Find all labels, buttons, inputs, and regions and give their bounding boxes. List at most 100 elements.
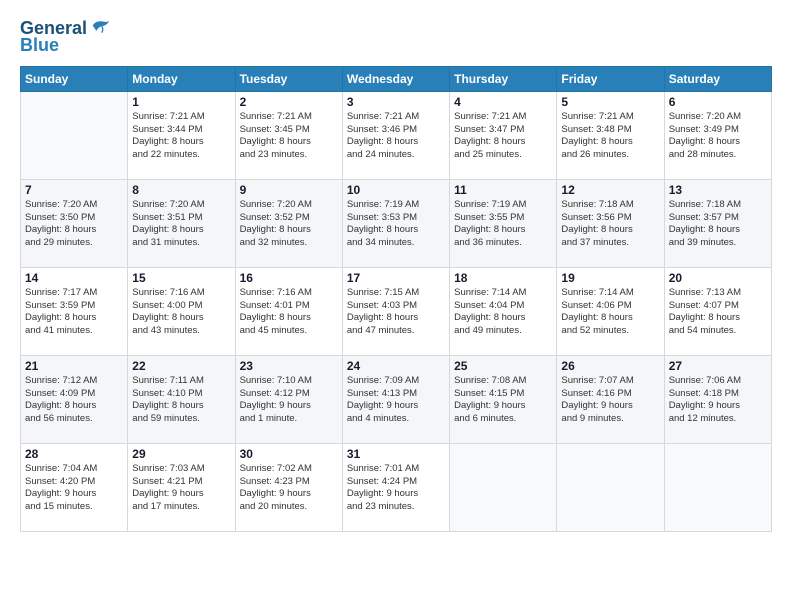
day-number: 13 xyxy=(669,183,767,197)
calendar-cell xyxy=(21,91,128,179)
day-info: Sunrise: 7:19 AMSunset: 3:55 PMDaylight:… xyxy=(454,199,552,250)
day-number: 12 xyxy=(561,183,659,197)
day-number: 10 xyxy=(347,183,445,197)
calendar-cell: 12 Sunrise: 7:18 AMSunset: 3:56 PMDayligh… xyxy=(557,179,664,267)
day-info: Sunrise: 7:19 AMSunset: 3:53 PMDaylight:… xyxy=(347,199,445,250)
weekday-header-tuesday: Tuesday xyxy=(235,66,342,91)
day-info: Sunrise: 7:14 AMSunset: 4:06 PMDaylight:… xyxy=(561,287,659,338)
calendar-cell: 4 Sunrise: 7:21 AMSunset: 3:47 PMDaylight… xyxy=(450,91,557,179)
calendar-cell: 20 Sunrise: 7:13 AMSunset: 4:07 PMDayligh… xyxy=(664,267,771,355)
calendar-cell: 16 Sunrise: 7:16 AMSunset: 4:01 PMDayligh… xyxy=(235,267,342,355)
day-number: 11 xyxy=(454,183,552,197)
day-info: Sunrise: 7:21 AMSunset: 3:44 PMDaylight:… xyxy=(132,111,230,162)
calendar-cell xyxy=(450,443,557,531)
calendar-cell: 24Sunrise: 7:09 AMSunset: 4:13 PMDayligh… xyxy=(342,355,449,443)
weekday-header-friday: Friday xyxy=(557,66,664,91)
calendar-cell: 22 Sunrise: 7:11 AMSunset: 4:10 PMDayligh… xyxy=(128,355,235,443)
day-info: Sunrise: 7:16 AMSunset: 4:01 PMDaylight:… xyxy=(240,287,338,338)
calendar-cell xyxy=(664,443,771,531)
day-number: 15 xyxy=(132,271,230,285)
day-info: Sunrise: 7:20 AMSunset: 3:50 PMDaylight:… xyxy=(25,199,123,250)
day-number: 20 xyxy=(669,271,767,285)
calendar: SundayMondayTuesdayWednesdayThursdayFrid… xyxy=(20,66,772,532)
calendar-cell: 19Sunrise: 7:14 AMSunset: 4:06 PMDayligh… xyxy=(557,267,664,355)
day-number: 4 xyxy=(454,95,552,109)
calendar-cell: 29 Sunrise: 7:03 AMSunset: 4:21 PMDayligh… xyxy=(128,443,235,531)
weekday-header-thursday: Thursday xyxy=(450,66,557,91)
day-number: 18 xyxy=(454,271,552,285)
day-info: Sunrise: 7:16 AMSunset: 4:00 PMDaylight:… xyxy=(132,287,230,338)
day-number: 27 xyxy=(669,359,767,373)
day-info: Sunrise: 7:03 AMSunset: 4:21 PMDaylight:… xyxy=(132,463,230,514)
day-number: 6 xyxy=(669,95,767,109)
calendar-cell: 2 Sunrise: 7:21 AMSunset: 3:45 PMDaylight… xyxy=(235,91,342,179)
day-number: 25 xyxy=(454,359,552,373)
calendar-cell: 27 Sunrise: 7:06 AMSunset: 4:18 PMDayligh… xyxy=(664,355,771,443)
day-number: 21 xyxy=(25,359,123,373)
header: General Blue xyxy=(20,18,772,56)
day-number: 17 xyxy=(347,271,445,285)
calendar-cell: 10 Sunrise: 7:19 AMSunset: 3:53 PMDayligh… xyxy=(342,179,449,267)
logo: General Blue xyxy=(20,18,111,56)
calendar-cell: 8 Sunrise: 7:20 AMSunset: 3:51 PMDaylight… xyxy=(128,179,235,267)
calendar-cell: 31 Sunrise: 7:01 AMSunset: 4:24 PMDayligh… xyxy=(342,443,449,531)
weekday-header-saturday: Saturday xyxy=(664,66,771,91)
day-info: Sunrise: 7:17 AMSunset: 3:59 PMDaylight:… xyxy=(25,287,123,338)
day-info: Sunrise: 7:18 AMSunset: 3:57 PMDaylight:… xyxy=(669,199,767,250)
day-info: Sunrise: 7:21 AMSunset: 3:47 PMDaylight:… xyxy=(454,111,552,162)
day-number: 9 xyxy=(240,183,338,197)
day-number: 8 xyxy=(132,183,230,197)
day-info: Sunrise: 7:01 AMSunset: 4:24 PMDaylight:… xyxy=(347,463,445,514)
day-number: 7 xyxy=(25,183,123,197)
day-number: 1 xyxy=(132,95,230,109)
day-info: Sunrise: 7:21 AMSunset: 3:46 PMDaylight:… xyxy=(347,111,445,162)
weekday-header-sunday: Sunday xyxy=(21,66,128,91)
day-number: 31 xyxy=(347,447,445,461)
day-number: 30 xyxy=(240,447,338,461)
calendar-cell: 7 Sunrise: 7:20 AMSunset: 3:50 PMDaylight… xyxy=(21,179,128,267)
day-number: 24 xyxy=(347,359,445,373)
day-info: Sunrise: 7:10 AMSunset: 4:12 PMDaylight:… xyxy=(240,375,338,426)
calendar-cell: 21 Sunrise: 7:12 AMSunset: 4:09 PMDayligh… xyxy=(21,355,128,443)
week-row-4: 21 Sunrise: 7:12 AMSunset: 4:09 PMDayligh… xyxy=(21,355,772,443)
day-info: Sunrise: 7:13 AMSunset: 4:07 PMDaylight:… xyxy=(669,287,767,338)
day-info: Sunrise: 7:21 AMSunset: 3:45 PMDaylight:… xyxy=(240,111,338,162)
calendar-cell: 9 Sunrise: 7:20 AMSunset: 3:52 PMDaylight… xyxy=(235,179,342,267)
day-info: Sunrise: 7:11 AMSunset: 4:10 PMDaylight:… xyxy=(132,375,230,426)
calendar-cell: 18 Sunrise: 7:14 AMSunset: 4:04 PMDayligh… xyxy=(450,267,557,355)
logo-bird-icon xyxy=(89,18,111,40)
day-info: Sunrise: 7:14 AMSunset: 4:04 PMDaylight:… xyxy=(454,287,552,338)
page: General Blue SundayMondayTuesdayWednesda… xyxy=(0,0,792,612)
day-info: Sunrise: 7:20 AMSunset: 3:49 PMDaylight:… xyxy=(669,111,767,162)
calendar-cell: 15 Sunrise: 7:16 AMSunset: 4:00 PMDayligh… xyxy=(128,267,235,355)
calendar-cell: 11 Sunrise: 7:19 AMSunset: 3:55 PMDayligh… xyxy=(450,179,557,267)
day-info: Sunrise: 7:20 AMSunset: 3:52 PMDaylight:… xyxy=(240,199,338,250)
day-info: Sunrise: 7:08 AMSunset: 4:15 PMDaylight:… xyxy=(454,375,552,426)
day-number: 26 xyxy=(561,359,659,373)
day-info: Sunrise: 7:18 AMSunset: 3:56 PMDaylight:… xyxy=(561,199,659,250)
calendar-cell: 5 Sunrise: 7:21 AMSunset: 3:48 PMDaylight… xyxy=(557,91,664,179)
calendar-cell: 3 Sunrise: 7:21 AMSunset: 3:46 PMDaylight… xyxy=(342,91,449,179)
calendar-cell: 13 Sunrise: 7:18 AMSunset: 3:57 PMDayligh… xyxy=(664,179,771,267)
day-info: Sunrise: 7:02 AMSunset: 4:23 PMDaylight:… xyxy=(240,463,338,514)
calendar-cell: 6 Sunrise: 7:20 AMSunset: 3:49 PMDaylight… xyxy=(664,91,771,179)
day-info: Sunrise: 7:06 AMSunset: 4:18 PMDaylight:… xyxy=(669,375,767,426)
day-number: 22 xyxy=(132,359,230,373)
day-number: 3 xyxy=(347,95,445,109)
day-info: Sunrise: 7:21 AMSunset: 3:48 PMDaylight:… xyxy=(561,111,659,162)
day-number: 29 xyxy=(132,447,230,461)
weekday-header-row: SundayMondayTuesdayWednesdayThursdayFrid… xyxy=(21,66,772,91)
day-number: 2 xyxy=(240,95,338,109)
day-number: 5 xyxy=(561,95,659,109)
day-info: Sunrise: 7:12 AMSunset: 4:09 PMDaylight:… xyxy=(25,375,123,426)
day-info: Sunrise: 7:07 AMSunset: 4:16 PMDaylight:… xyxy=(561,375,659,426)
week-row-5: 28Sunrise: 7:04 AMSunset: 4:20 PMDayligh… xyxy=(21,443,772,531)
calendar-cell: 17Sunrise: 7:15 AMSunset: 4:03 PMDayligh… xyxy=(342,267,449,355)
day-info: Sunrise: 7:20 AMSunset: 3:51 PMDaylight:… xyxy=(132,199,230,250)
calendar-cell: 1 Sunrise: 7:21 AMSunset: 3:44 PMDaylight… xyxy=(128,91,235,179)
week-row-2: 7 Sunrise: 7:20 AMSunset: 3:50 PMDaylight… xyxy=(21,179,772,267)
day-number: 16 xyxy=(240,271,338,285)
day-number: 14 xyxy=(25,271,123,285)
week-row-3: 14 Sunrise: 7:17 AMSunset: 3:59 PMDayligh… xyxy=(21,267,772,355)
weekday-header-wednesday: Wednesday xyxy=(342,66,449,91)
